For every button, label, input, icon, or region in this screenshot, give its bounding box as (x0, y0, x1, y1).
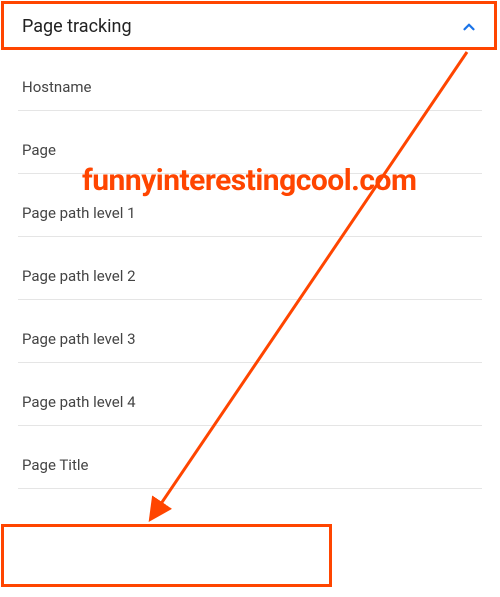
list-item-page-title[interactable]: Page Title (18, 426, 482, 489)
section-title: Page tracking (22, 16, 132, 37)
list-item-label: Page path level 2 (22, 267, 136, 285)
chevron-up-icon (460, 18, 478, 36)
list-item-hostname[interactable]: Hostname (18, 48, 482, 111)
list-item-label: Page path level 4 (22, 393, 136, 411)
list-item-label: Page Title (22, 456, 88, 474)
list-item-label: Page (22, 141, 56, 159)
list-item-page[interactable]: Page (18, 111, 482, 174)
list-item-page-path-level-4[interactable]: Page path level 4 (18, 363, 482, 426)
section-header-page-tracking[interactable]: Page tracking (18, 8, 482, 48)
list-item-page-path-level-2[interactable]: Page path level 2 (18, 237, 482, 300)
dimension-list: Hostname Page Page path level 1 Page pat… (18, 48, 482, 489)
list-item-page-path-level-1[interactable]: Page path level 1 (18, 174, 482, 237)
list-item-label: Page path level 1 (22, 204, 136, 222)
list-item-page-path-level-3[interactable]: Page path level 3 (18, 300, 482, 363)
annotation-box-bottom (1, 524, 332, 587)
list-item-label: Page path level 3 (22, 330, 136, 348)
list-item-label: Hostname (22, 78, 91, 96)
